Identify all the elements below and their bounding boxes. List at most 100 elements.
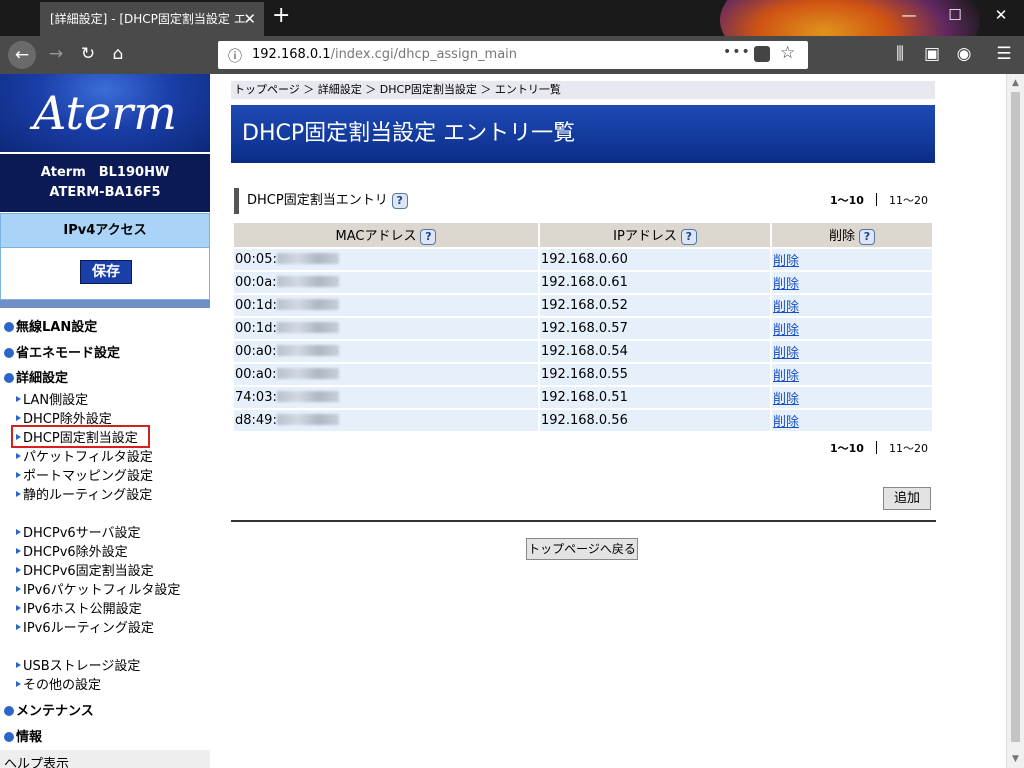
delete-link[interactable]: 削除 [772, 410, 932, 431]
arrow-right-icon [16, 453, 21, 459]
sidebar-item-ipv6-host-publish[interactable]: IPv6ホスト公開設定 [16, 598, 142, 617]
new-tab-button[interactable]: + [272, 3, 290, 28]
address-bar[interactable]: ⓘ 192.168.0.1/index.cgi/dhcp_assign_main… [218, 41, 808, 69]
menu-info[interactable]: 情報 [4, 726, 42, 745]
scrollbar-thumb[interactable] [1011, 92, 1020, 742]
aterm-logo: Aterm [0, 74, 210, 152]
page-actions-icon[interactable]: ••• [723, 44, 751, 60]
delete-link[interactable]: 削除 [772, 272, 932, 293]
sidebar-item-dhcpv6-server[interactable]: DHCPv6サーバ設定 [16, 522, 141, 541]
mac-cell: 00:a0: [234, 341, 538, 362]
back-arrow-icon[interactable]: ← [8, 41, 36, 69]
sidebar-item-dhcp-fixed-assign[interactable]: DHCP固定割当設定 [11, 425, 150, 448]
column-header-ip: IPアドレス? [540, 223, 770, 247]
table-row: 74:03: 192.168.0.51 削除 [234, 387, 932, 408]
ip-cell: 192.168.0.60 [540, 249, 770, 270]
table-row: 00:a0: 192.168.0.54 削除 [234, 341, 932, 362]
redacted-mac [276, 253, 339, 264]
browser-titlebar: [詳細設定] - [DHCP固定割当設定 エ ✕ + — ☐ ✕ [0, 0, 1024, 36]
home-icon[interactable]: ⌂ [106, 44, 130, 64]
back-to-top-button[interactable]: トップページへ戻る [526, 538, 638, 560]
delete-link[interactable]: 削除 [772, 364, 932, 385]
ip-cell: 192.168.0.57 [540, 318, 770, 339]
menu-eco-mode[interactable]: 省エネモード設定 [4, 342, 120, 361]
delete-link[interactable]: 削除 [772, 341, 932, 362]
mac-cell: 00:05: [234, 249, 538, 270]
sidebar-toggle-icon[interactable]: ▣ [920, 44, 944, 64]
window-maximize-button[interactable]: ☐ [940, 6, 970, 24]
page-scrollbar[interactable]: ▲ ▼ [1006, 74, 1024, 768]
tab-close-icon[interactable]: ✕ [243, 2, 256, 36]
model-name: Aterm BL190HW [40, 165, 170, 180]
browser-tab-active[interactable]: [詳細設定] - [DHCP固定割当設定 エ ✕ [40, 2, 264, 36]
table-row: 00:05: 192.168.0.60 削除 [234, 249, 932, 270]
sidebar-item-usb-storage[interactable]: USBストレージ設定 [16, 655, 140, 674]
help-icon[interactable]: ? [859, 229, 875, 245]
menu-wireless-lan[interactable]: 無線LAN設定 [4, 316, 97, 335]
menu-bullet-icon [4, 373, 14, 383]
arrow-right-icon [16, 567, 21, 573]
delete-link[interactable]: 削除 [772, 387, 932, 408]
scroll-up-icon[interactable]: ▲ [1007, 78, 1024, 88]
pager-next-link[interactable]: 11〜20 [889, 194, 928, 207]
pager-separator [875, 441, 877, 454]
table-row: 00:1d: 192.168.0.52 削除 [234, 295, 932, 316]
table-header-row: MACアドレス? IPアドレス? 削除? [234, 223, 932, 247]
bookmark-star-icon[interactable]: ☆ [780, 43, 795, 63]
url-text[interactable]: 192.168.0.1/index.cgi/dhcp_assign_main [252, 47, 517, 62]
pager-bottom: 1〜10 11〜20 [830, 440, 928, 456]
arrow-right-icon [16, 681, 21, 687]
menu-maintenance[interactable]: メンテナンス [4, 700, 94, 719]
ip-cell: 192.168.0.61 [540, 272, 770, 293]
sidebar-item-lan[interactable]: LAN側設定 [16, 389, 88, 408]
pager-separator [875, 193, 877, 206]
add-button[interactable]: 追加 [883, 487, 931, 510]
sidebar-item-other-settings[interactable]: その他の設定 [16, 674, 101, 693]
arrow-right-icon [16, 548, 21, 554]
arrow-right-icon [16, 434, 21, 440]
section-title: DHCP固定割当エントリ [247, 193, 388, 208]
page-title: DHCP固定割当設定 エントリ一覧 [231, 105, 935, 162]
pager-current: 1〜10 [830, 194, 864, 207]
mac-cell: 00:1d: [234, 318, 538, 339]
sidebar-item-dhcpv6-fixed-assign[interactable]: DHCPv6固定割当設定 [16, 560, 154, 579]
window-minimize-button[interactable]: — [894, 6, 924, 24]
redacted-mac [276, 322, 339, 333]
device-name: ATERM-BA16F5 [49, 185, 161, 200]
mac-cell: 00:1d: [234, 295, 538, 316]
table-row: 00:a0: 192.168.0.55 削除 [234, 364, 932, 385]
scroll-down-icon[interactable]: ▼ [1007, 754, 1024, 764]
window-close-button[interactable]: ✕ [986, 6, 1016, 24]
reload-icon[interactable]: ↻ [76, 44, 100, 64]
delete-link[interactable]: 削除 [772, 249, 932, 270]
help-display-item[interactable]: ヘルプ表示 [0, 750, 210, 768]
arrow-right-icon [16, 396, 21, 402]
library-icon[interactable]: ⫼ [888, 44, 912, 64]
pocket-icon[interactable] [754, 46, 770, 62]
breadcrumb: トップページ ＞ 詳細設定 ＞ DHCP固定割当設定 ＞ エントリ一覧 [231, 81, 935, 99]
extension-icon[interactable]: ◉ [952, 44, 976, 64]
delete-link[interactable]: 削除 [772, 318, 932, 339]
pager-next-link[interactable]: 11〜20 [889, 442, 928, 455]
delete-link[interactable]: 削除 [772, 295, 932, 316]
sidebar-item-packet-filter[interactable]: パケットフィルタ設定 [16, 446, 153, 465]
save-button[interactable]: 保存 [80, 260, 132, 284]
help-icon[interactable]: ? [420, 229, 437, 245]
arrow-right-icon [16, 605, 21, 611]
sidebar-item-dhcpv6-exclude[interactable]: DHCPv6除外設定 [16, 541, 128, 560]
hamburger-menu-icon[interactable]: ☰ [992, 44, 1016, 64]
menu-advanced[interactable]: 詳細設定 [4, 367, 68, 386]
title-underline [231, 160, 935, 163]
redacted-mac [276, 414, 339, 425]
table-row: d8:49: 192.168.0.56 削除 [234, 410, 932, 431]
sidebar-item-static-routing[interactable]: 静的ルーティング設定 [16, 484, 152, 503]
site-info-icon[interactable]: ⓘ [228, 46, 242, 66]
ip-cell: 192.168.0.51 [540, 387, 770, 408]
forward-arrow-icon[interactable]: → [44, 44, 68, 64]
help-display-label: ヘルプ表示 [4, 757, 70, 768]
sidebar-item-ipv6-packet-filter[interactable]: IPv6パケットフィルタ設定 [16, 579, 180, 598]
sidebar-item-port-mapping[interactable]: ポートマッピング設定 [16, 465, 153, 484]
sidebar-item-ipv6-routing[interactable]: IPv6ルーティング設定 [16, 617, 154, 636]
help-icon[interactable]: ? [680, 229, 697, 245]
help-icon[interactable]: ? [391, 193, 408, 209]
